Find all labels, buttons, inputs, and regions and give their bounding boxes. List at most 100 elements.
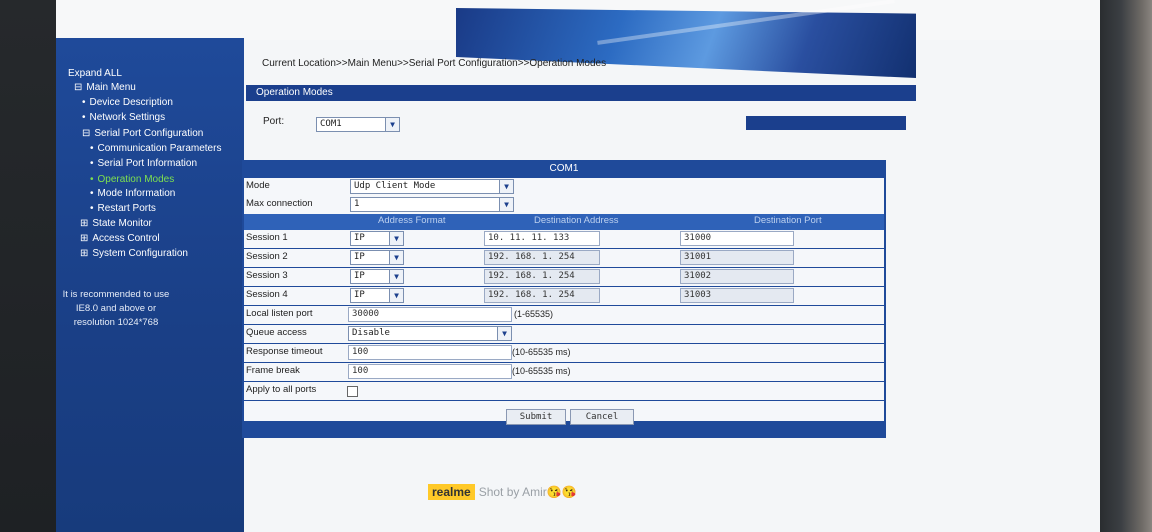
expand-icon: ⊞ (80, 218, 89, 229)
queue-access-label: Queue access (246, 327, 307, 338)
sidebar-item-state-monitor[interactable]: ⊞ State Monitor (80, 218, 152, 229)
queue-access-select[interactable]: Disable ▼ (348, 326, 512, 341)
bullet-icon: • (82, 112, 86, 123)
max-connection-select[interactable]: 1 ▼ (350, 197, 514, 212)
local-listen-port-label: Local listen port (246, 308, 313, 319)
sidebar-item-label: Device Description (89, 97, 173, 108)
destination-port-input[interactable]: 31000 (680, 231, 794, 246)
apply-all-row: Apply to all ports (244, 382, 884, 401)
chevron-down-icon: ▼ (389, 270, 403, 283)
session-row: Session 2 IP ▼ 192. 168. 1. 254 31001 (244, 249, 884, 268)
chevron-down-icon: ▼ (389, 251, 403, 264)
sidebar-item-device-description[interactable]: • Device Description (82, 97, 173, 108)
sidebar-item-serial-port-configuration[interactable]: ⊟ Serial Port Configuration (82, 128, 203, 139)
expand-icon: ⊞ (80, 233, 89, 244)
chevron-down-icon: ▼ (389, 232, 403, 245)
sidebar-item-main-menu[interactable]: ⊟ Main Menu (74, 82, 136, 93)
camera-watermark: realme Shot by Amir😘😘 (428, 484, 577, 500)
response-timeout-hint: (10-65535 ms) (512, 347, 571, 357)
session-label: Session 4 (246, 289, 288, 300)
chevron-down-icon: ▼ (499, 198, 513, 211)
destination-port-input[interactable]: 31001 (680, 250, 794, 265)
session-table-header: Address Format Destination Address Desti… (244, 214, 884, 230)
mode-select[interactable]: Udp Client Mode ▼ (350, 179, 514, 194)
sidebar-item-label: State Monitor (92, 218, 152, 229)
chevron-down-icon: ▼ (499, 180, 513, 193)
max-connection-row: Max connection 1 ▼ (244, 196, 884, 215)
address-format-value: IP (354, 233, 365, 243)
sidebar-item-system-configuration[interactable]: ⊞ System Configuration (80, 248, 188, 259)
sidebar-item-label: Mode Information (97, 188, 176, 199)
address-format-value: IP (354, 252, 365, 262)
frame-break-row: Frame break 100 (10-65535 ms) (244, 363, 884, 382)
address-format-value: IP (354, 290, 365, 300)
session-row: Session 1 IP ▼ 10. 11. 11. 133 31000 (244, 230, 884, 249)
sidebar-item-access-control[interactable]: ⊞ Access Control (80, 233, 160, 244)
section-bar-accent (746, 116, 906, 130)
sidebar-item-label: System Configuration (92, 248, 188, 259)
address-format-select[interactable]: IP ▼ (350, 269, 404, 284)
bullet-icon: • (90, 143, 94, 154)
sidebar-item-serial-port-information[interactable]: • Serial Port Information (90, 158, 197, 169)
monitor-bezel-right (1100, 0, 1152, 532)
watermark-emoji: 😘😘 (546, 485, 577, 499)
destination-address-header: Destination Address (534, 215, 619, 226)
sidebar-item-label: Main Menu (86, 82, 136, 93)
sidebar-item-network-settings[interactable]: • Network Settings (82, 112, 165, 123)
destination-port-input[interactable]: 31002 (680, 269, 794, 284)
destination-port-input[interactable]: 31003 (680, 288, 794, 303)
panel-title: COM1 (549, 163, 579, 174)
sidebar-item-label: Communication Parameters (97, 143, 222, 154)
sidebar-item-label: Network Settings (89, 112, 166, 123)
watermark-text: Shot by Amir (478, 485, 547, 499)
expand-icon: ⊞ (80, 248, 89, 259)
response-timeout-row: Response timeout 100 (10-65535 ms) (244, 344, 884, 363)
address-format-select[interactable]: IP ▼ (350, 231, 404, 246)
expand-all-link[interactable]: Expand ALL (68, 68, 122, 79)
sidebar: Expand ALL ⊟ Main Menu • Device Descriptio… (56, 38, 244, 532)
chevron-down-icon: ▼ (497, 327, 511, 340)
sidebar-item-restart-ports[interactable]: • Restart Ports (90, 203, 156, 214)
address-format-value: IP (354, 271, 365, 281)
session-label: Session 2 (246, 251, 288, 262)
mode-label: Mode (246, 180, 270, 191)
address-format-select[interactable]: IP ▼ (350, 288, 404, 303)
watermark-brand: realme (428, 484, 475, 500)
sidebar-item-mode-information[interactable]: • Mode Information (90, 188, 175, 199)
destination-address-input[interactable]: 192. 168. 1. 254 (484, 250, 600, 265)
max-connection-value: 1 (354, 199, 360, 209)
apply-all-checkbox[interactable] (347, 386, 358, 397)
sidebar-item-label: Access Control (92, 233, 160, 244)
com-settings-panel: COM1 Mode Udp Client Mode ▼ Max connecti… (242, 160, 886, 438)
bullet-icon: • (90, 188, 94, 199)
local-listen-port-hint: (1-65535) (514, 309, 554, 319)
breadcrumb: Current Location>>Main Menu>>Serial Port… (262, 58, 607, 69)
sidebar-item-communication-parameters[interactable]: • Communication Parameters (90, 143, 221, 154)
monitor-bezel-left (0, 0, 56, 532)
collapse-icon: ⊟ (74, 82, 83, 93)
destination-address-input[interactable]: 192. 168. 1. 254 (484, 269, 600, 284)
address-format-header: Address Format (378, 215, 446, 226)
page-title: Operation Modes (246, 85, 916, 101)
bullet-icon: • (90, 203, 94, 214)
cancel-button[interactable]: Cancel (570, 409, 634, 425)
submit-button[interactable]: Submit (506, 409, 566, 425)
queue-access-value: Disable (352, 328, 390, 338)
frame-break-input[interactable]: 100 (348, 364, 512, 379)
response-timeout-input[interactable]: 100 (348, 345, 512, 360)
destination-address-input[interactable]: 10. 11. 11. 133 (484, 231, 600, 246)
chevron-down-icon: ▼ (389, 289, 403, 302)
local-listen-port-input[interactable]: 30000 (348, 307, 512, 322)
sidebar-item-label: Serial Port Configuration (94, 128, 204, 139)
destination-port-header: Destination Port (754, 215, 822, 226)
sidebar-item-operation-modes[interactable]: • Operation Modes (90, 174, 174, 185)
frame-break-label: Frame break (246, 365, 300, 376)
collapse-icon: ⊟ (82, 128, 91, 139)
apply-all-label: Apply to all ports (246, 384, 317, 395)
port-select-value: COM1 (320, 119, 342, 129)
port-select[interactable]: COM1 ▼ (316, 117, 400, 132)
destination-address-input[interactable]: 192. 168. 1. 254 (484, 288, 600, 303)
session-row: Session 4 IP ▼ 192. 168. 1. 254 31003 (244, 287, 884, 306)
max-connection-label: Max connection (246, 198, 313, 209)
address-format-select[interactable]: IP ▼ (350, 250, 404, 265)
